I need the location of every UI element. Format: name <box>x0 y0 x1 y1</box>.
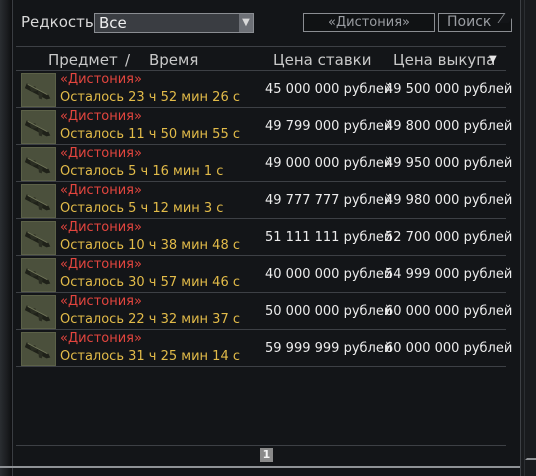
rarity-select[interactable]: Все ▼ <box>94 13 254 33</box>
weapon-thumbnail-icon[interactable] <box>21 184 56 218</box>
bid-price: 51 111 111 рублей <box>265 230 393 245</box>
buyout-price: 60 000 000 рублей <box>385 341 513 356</box>
column-header-item[interactable]: Предмет <box>48 51 118 69</box>
rarity-select-value: Все <box>99 14 127 32</box>
table-body: «Дистония» Осталось 23 ч 52 мин 26 с 45 … <box>16 71 512 367</box>
time-remaining: Осталось 23 ч 52 мин 26 с <box>60 90 240 105</box>
item-name: «Дистония» <box>60 109 142 124</box>
weapon-thumbnail-icon[interactable] <box>21 147 56 181</box>
time-remaining: Осталось 5 ч 12 мин 3 с <box>60 201 224 216</box>
scrollbar[interactable] <box>520 0 536 476</box>
time-remaining: Осталось 31 ч 25 мин 14 с <box>60 349 240 364</box>
table-row[interactable]: «Дистония» Осталось 11 ч 50 мин 55 с 49 … <box>16 108 512 145</box>
item-name: «Дистония» <box>60 220 142 235</box>
bid-price: 45 000 000 рублей <box>265 82 393 97</box>
bid-price: 49 777 777 рублей <box>265 193 393 208</box>
column-header-buyout[interactable]: Цена выкупа <box>393 51 495 69</box>
column-header-bid[interactable]: Цена ставки <box>273 51 371 69</box>
weapon-thumbnail-icon[interactable] <box>21 73 56 107</box>
buyout-price: 52 700 000 рублей <box>385 230 513 245</box>
buyout-price: 49 980 000 рублей <box>385 193 513 208</box>
buyout-price: 54 999 000 рублей <box>385 267 513 282</box>
column-header-separator: / <box>125 51 131 69</box>
bid-price: 40 000 000 рублей <box>265 267 393 282</box>
bid-price: 49 799 000 рублей <box>265 119 393 134</box>
page-number-button[interactable]: 1 <box>260 448 273 462</box>
table-row[interactable]: «Дистония» Осталось 30 ч 57 мин 46 с 40 … <box>16 256 512 293</box>
table-row[interactable]: «Дистония» Осталось 5 ч 12 мин 3 с 49 77… <box>16 182 512 219</box>
table-bottom-divider <box>16 445 506 446</box>
item-name: «Дистония» <box>60 257 142 272</box>
left-panel-edge <box>0 0 13 476</box>
auction-table: Предмет / Время Цена ставки Цена выкупа … <box>16 46 512 470</box>
time-remaining: Осталось 5 ч 16 мин 1 с <box>60 164 224 179</box>
time-remaining: Осталось 30 ч 57 мин 46 с <box>60 275 240 290</box>
weapon-thumbnail-icon[interactable] <box>21 221 56 255</box>
buyout-price: 49 800 000 рублей <box>385 119 513 134</box>
bid-price: 49 000 000 рублей <box>265 156 393 171</box>
weapon-thumbnail-icon[interactable] <box>21 110 56 144</box>
time-remaining: Осталось 11 ч 50 мин 55 с <box>60 127 240 142</box>
buyout-price: 49 500 000 рублей <box>385 82 513 97</box>
item-name: «Дистония» <box>60 331 142 346</box>
column-header-time[interactable]: Время <box>149 51 198 69</box>
weapon-thumbnail-icon[interactable] <box>21 258 56 292</box>
rarity-label: Редкость <box>21 13 94 31</box>
table-row[interactable]: «Дистония» Осталось 22 ч 32 мин 37 с 50 … <box>16 293 512 330</box>
item-name: «Дистония» <box>60 294 142 309</box>
table-row[interactable]: «Дистония» Осталось 31 ч 25 мин 14 с 59 … <box>16 330 512 367</box>
table-header: Предмет / Время Цена ставки Цена выкупа … <box>16 47 506 71</box>
item-name: «Дистония» <box>60 183 142 198</box>
search-input[interactable]: «Дистония» <box>303 13 435 32</box>
dropdown-arrow-icon[interactable]: ▼ <box>239 14 253 32</box>
footer-divider <box>0 466 520 468</box>
sort-descending-icon[interactable]: ▼ <box>489 54 497 65</box>
item-name: «Дистония» <box>60 146 142 161</box>
buyout-price: 49 950 000 рублей <box>385 156 513 171</box>
bid-price: 50 000 000 рублей <box>265 304 393 319</box>
buyout-price: 60 000 000 рублей <box>385 304 513 319</box>
table-row[interactable]: «Дистония» Осталось 23 ч 52 мин 26 с 45 … <box>16 71 512 108</box>
filter-bar: Редкость Все ▼ «Дистония» Поиск <box>13 0 520 46</box>
weapon-thumbnail-icon[interactable] <box>21 332 56 366</box>
time-remaining: Осталось 10 ч 38 мин 48 с <box>60 238 240 253</box>
search-button[interactable]: Поиск <box>438 13 512 32</box>
table-row[interactable]: «Дистония» Осталось 10 ч 38 мин 48 с 51 … <box>16 219 512 256</box>
table-row[interactable]: «Дистония» Осталось 5 ч 16 мин 1 с 49 00… <box>16 145 512 182</box>
time-remaining: Осталось 22 ч 32 мин 37 с <box>60 312 240 327</box>
weapon-thumbnail-icon[interactable] <box>21 295 56 329</box>
item-name: «Дистония» <box>60 72 142 87</box>
bid-price: 59 999 999 рублей <box>265 341 393 356</box>
